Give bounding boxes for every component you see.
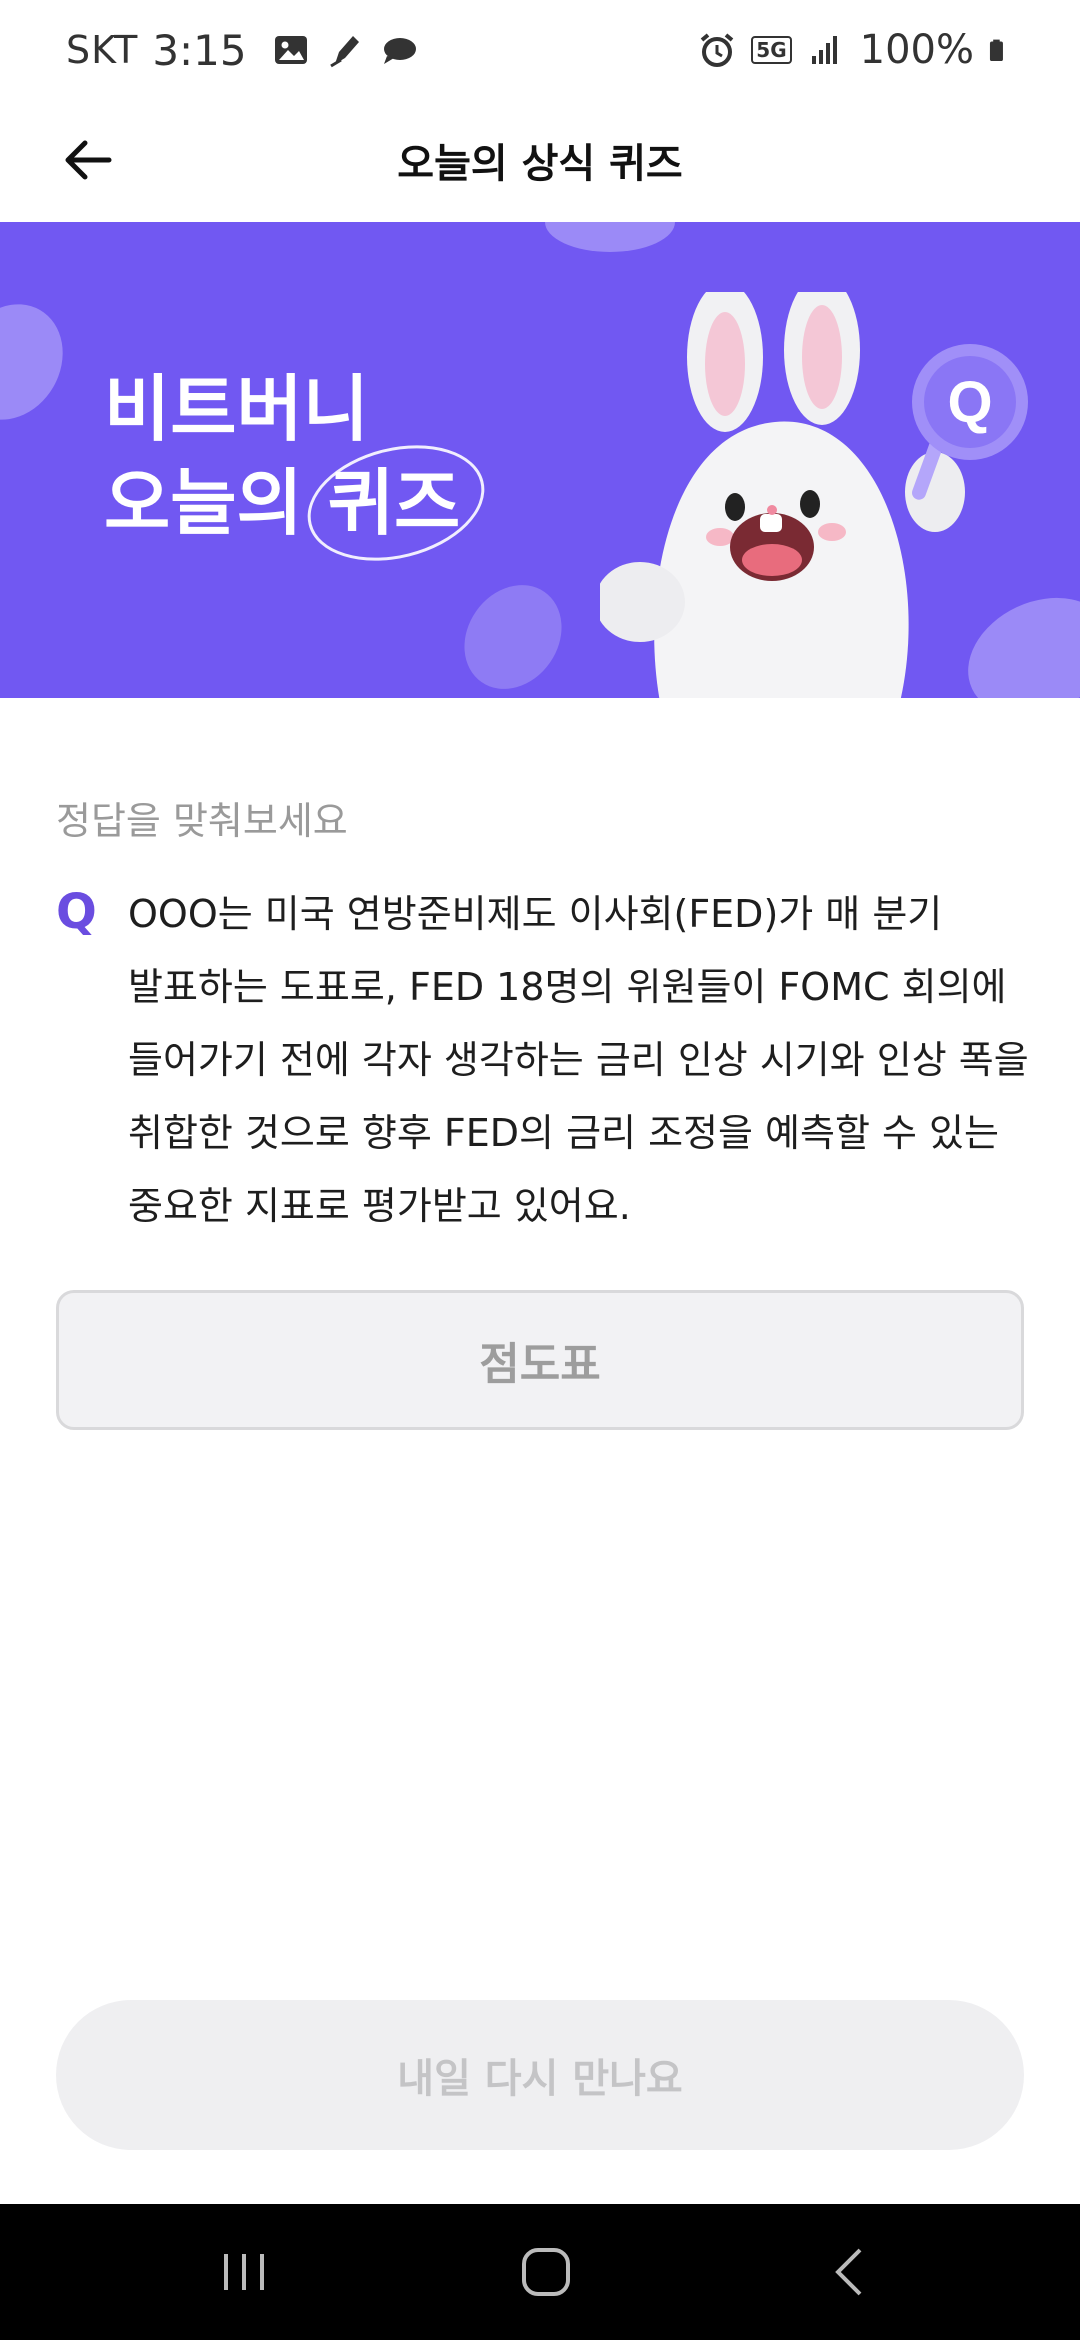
back-arrow-icon [65, 140, 112, 180]
bunny-mascot-icon: Q [600, 292, 1028, 698]
recent-apps-icon[interactable] [212, 2240, 276, 2304]
question-text: OOO는 미국 연방준비제도 이사회(FED)가 매 분기 발표하는 도표로, … [128, 892, 1029, 1228]
banner-title: 비트버니 오늘의 퀴즈 [104, 362, 497, 579]
status-bar: SKT 3:15 5G 100% [0, 0, 1080, 100]
screen: SKT 3:15 5G 100% 오늘의 상식 퀴즈 비트버니 오늘의 퀴즈 Q… [0, 0, 1080, 2340]
back-icon[interactable] [820, 2240, 884, 2304]
alarm-icon [701, 33, 734, 67]
see-you-tomorrow-label: 내일 다시 만나요 [397, 2056, 683, 2102]
home-icon[interactable] [514, 2240, 578, 2304]
cloud-icon [383, 38, 416, 64]
banner-line-1: 비트버니 [104, 367, 369, 451]
banner-highlight-word: 퀴즈 [295, 427, 497, 579]
back-button[interactable] [50, 122, 126, 198]
clock: 3:15 [152, 25, 247, 75]
quiz-banner: 비트버니 오늘의 퀴즈 Q [0, 222, 1080, 698]
page-title: 오늘의 상식 퀴즈 [397, 141, 683, 187]
banner-line-2: 오늘의 퀴즈 [104, 427, 497, 579]
battery-icon [989, 39, 1003, 62]
coin-decoration [444, 566, 582, 698]
gallery-icon [274, 36, 307, 64]
signal-icon [811, 36, 837, 64]
answer-text: 점도표 [479, 1339, 601, 1390]
system-nav-bar [0, 2204, 1080, 2340]
status-bar-left: SKT 3:15 [66, 26, 419, 75]
quiz-hint: 정답을 맞춰보세요 [56, 799, 348, 843]
coin-decoration [0, 285, 84, 439]
battery-percent: 100% [859, 27, 974, 73]
question-mark-label: Q [56, 884, 97, 940]
app-bar: 오늘의 상식 퀴즈 [0, 100, 1080, 220]
carrier-label: SKT [66, 28, 139, 72]
svg-text:Q: Q [947, 370, 992, 435]
see-you-tomorrow-button[interactable]: 내일 다시 만나요 [56, 2000, 1024, 2150]
banner-line-2-prefix: 오늘의 [104, 461, 328, 545]
pen-icon [329, 36, 359, 68]
status-bar-right: 5G 100% [697, 27, 1014, 73]
network-type: 5G [751, 36, 792, 64]
answer-box: 점도표 [56, 1290, 1024, 1430]
coin-decoration [545, 222, 675, 252]
